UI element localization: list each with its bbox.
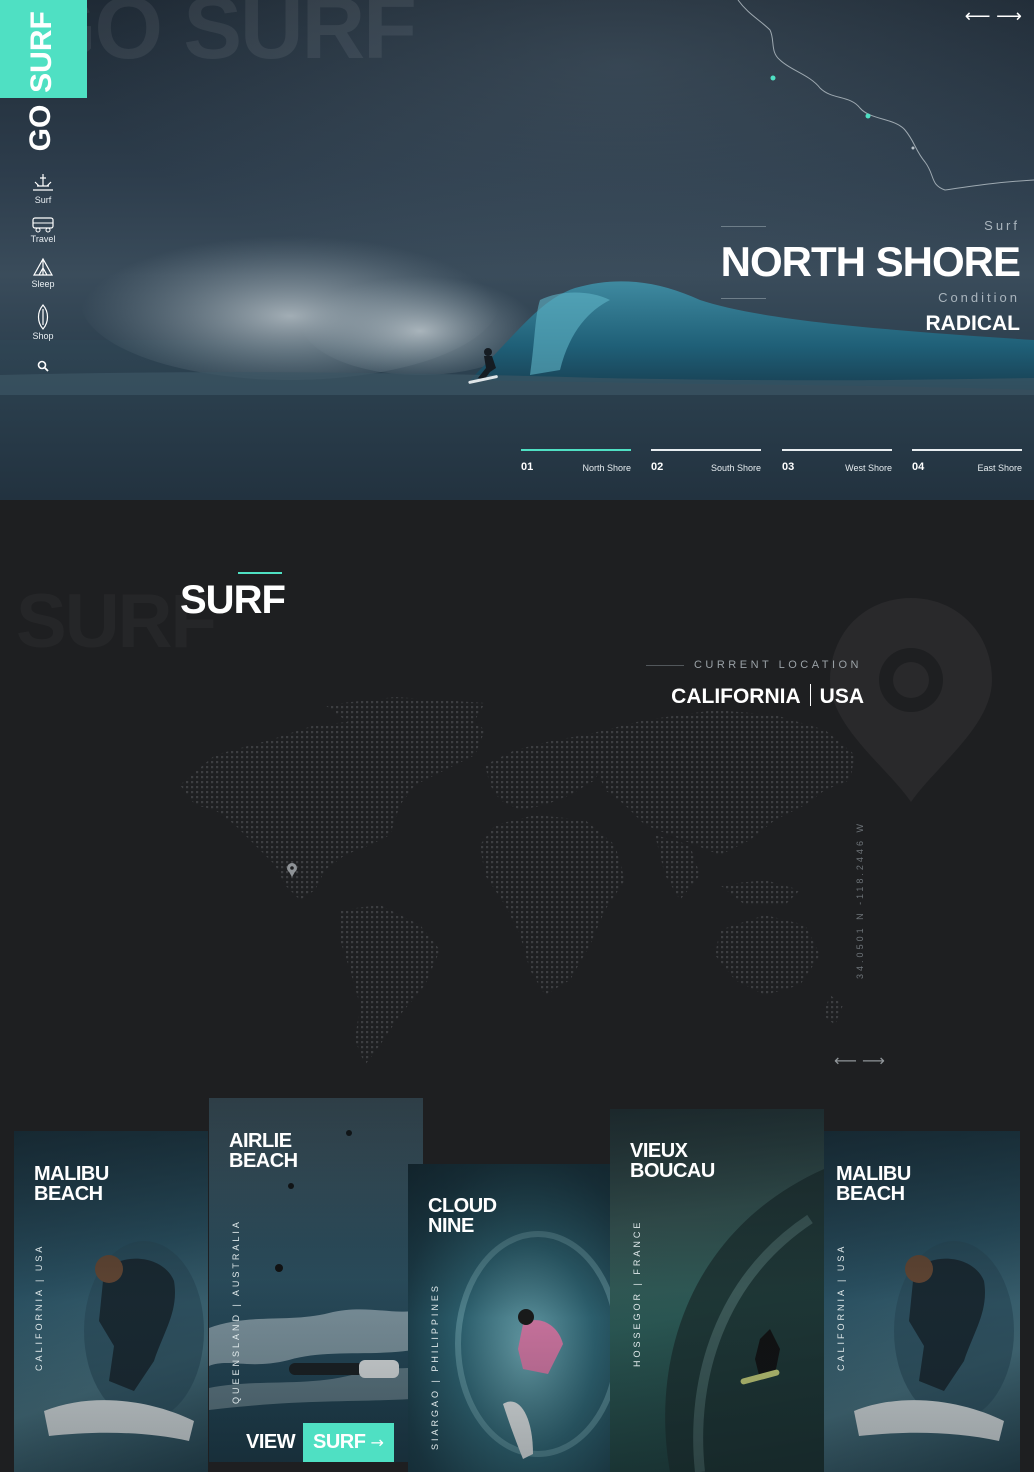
- hero-info: Surf NORTH SHORE Condition RADICAL: [720, 218, 1021, 336]
- africa-shape: [480, 815, 625, 995]
- nav-item-search[interactable]: [18, 360, 68, 372]
- asia-shape: [585, 710, 855, 855]
- hero-condition-value: RADICAL: [925, 312, 1021, 335]
- tab-south-shore[interactable]: 02 South Shore: [651, 449, 761, 479]
- shore-tabs: 01 North Shore 02 South Shore 03 West Sh…: [521, 449, 1022, 479]
- card-title: MALIBU BEACH: [34, 1164, 109, 1204]
- surf-button-label: SURF: [313, 1431, 366, 1453]
- tab-east-shore[interactable]: 04 East Shore: [912, 449, 1022, 479]
- surfboard-icon: [37, 304, 49, 330]
- page: GO SURF SURF GO Surf Travel Sleep Shop ⟵…: [0, 0, 1034, 1472]
- nav-item-travel[interactable]: Travel: [18, 215, 68, 245]
- tab-north-shore[interactable]: 01 North Shore: [521, 449, 631, 479]
- card-region: CALIFORNIA | USA: [836, 1243, 846, 1371]
- tab-number: 01: [521, 461, 534, 473]
- card-title-line2: BOUCAU: [630, 1160, 715, 1182]
- tab-label: West Shore: [845, 463, 892, 473]
- surf-button[interactable]: SURF →: [303, 1423, 394, 1462]
- card-title-line1: VIEUX: [630, 1140, 688, 1162]
- current-location-label: CURRENT LOCATION: [645, 658, 862, 672]
- arrow-right-icon: →: [370, 1433, 384, 1452]
- hero-condition-label: Condition: [720, 290, 1020, 306]
- north-america-shape: [180, 715, 485, 900]
- map-arrows[interactable]: ⟵ ⟶: [834, 1053, 885, 1069]
- spot-card-malibu-beach-2[interactable]: MALIBU BEACH CALIFORNIA | USA: [824, 1131, 1020, 1472]
- nav-item-sleep[interactable]: Sleep: [18, 256, 68, 290]
- nav-item-surf[interactable]: Surf: [18, 172, 68, 206]
- nav-item-shop[interactable]: Shop: [18, 304, 68, 342]
- hero-section: GO SURF SURF GO Surf Travel Sleep Shop ⟵…: [0, 0, 1034, 500]
- tab-number: 04: [912, 461, 925, 473]
- map-dot: [911, 146, 915, 150]
- card-region: QUEENSLAND | AUSTRALIA: [231, 1219, 241, 1404]
- australia-shape: [715, 915, 820, 995]
- card-title-line1: CLOUD: [428, 1195, 497, 1217]
- tab-number: 02: [651, 461, 664, 473]
- card-title-line1: MALIBU: [836, 1163, 911, 1185]
- search-icon: [37, 360, 49, 372]
- card-region: SIARGAO | PHILIPPINES: [430, 1283, 440, 1450]
- logo-text-top: SURF: [25, 11, 58, 93]
- nav-label: Surf: [34, 195, 52, 205]
- map-dot: [865, 113, 871, 119]
- nav-label: Travel: [30, 234, 56, 244]
- south-america-shape: [340, 905, 440, 1065]
- card-region: CALIFORNIA | USA: [34, 1243, 44, 1371]
- view-label: VIEW: [246, 1431, 296, 1453]
- card-title: VIEUX BOUCAU: [630, 1141, 715, 1181]
- section-title-accent: [238, 572, 282, 574]
- india-sea-shape: [655, 835, 700, 900]
- tab-number: 03: [782, 461, 795, 473]
- van-icon: [32, 217, 54, 233]
- tab-label: East Shore: [977, 463, 1022, 473]
- hero-eyebrow: Surf: [720, 218, 1020, 234]
- card-title-line1: MALIBU: [34, 1163, 109, 1185]
- spot-card-vieux-boucau[interactable]: VIEUX BOUCAU HOSSEGOR | FRANCE: [610, 1109, 824, 1472]
- logo[interactable]: SURF: [0, 0, 87, 98]
- tab-label: South Shore: [710, 463, 761, 473]
- hero-title: NORTH SHORE: [720, 238, 1021, 285]
- spot-card-cloud-nine[interactable]: CLOUD NINE SIARGAO | PHILIPPINES: [408, 1164, 625, 1472]
- card-title: MALIBU BEACH: [836, 1164, 911, 1204]
- nav-label: Sleep: [31, 279, 55, 289]
- nav-label: Shop: [32, 331, 54, 341]
- map-dot: [770, 75, 776, 81]
- spot-card-airlie-beach[interactable]: AIRLIE BEACH QUEENSLAND | AUSTRALIA: [209, 1098, 423, 1462]
- card-title-line1: AIRLIE: [229, 1130, 292, 1152]
- card-title-line2: BEACH: [229, 1150, 298, 1172]
- tent-icon: [32, 257, 54, 276]
- tab-west-shore[interactable]: 03 West Shore: [782, 449, 892, 479]
- dotted-world-map: [180, 697, 855, 1065]
- card-title-line2: BEACH: [836, 1183, 905, 1205]
- card-title: CLOUD NINE: [428, 1196, 497, 1236]
- surfer-icon: [33, 174, 53, 191]
- spot-card-malibu-beach[interactable]: MALIBU BEACH CALIFORNIA | USA: [14, 1131, 208, 1472]
- coastline-line: [737, 0, 1034, 191]
- card-title: AIRLIE BEACH: [229, 1131, 298, 1171]
- hero-arrows[interactable]: ⟵ ⟶: [965, 8, 1022, 26]
- location-coordinates: 34.0501 N -118.2446 W: [855, 821, 865, 979]
- card-title-line2: BEACH: [34, 1183, 103, 1205]
- tab-label: North Shore: [582, 463, 631, 473]
- location-section: SURF SURF CURRENT LOCATION CALIFORNIAUSA: [0, 500, 1034, 1110]
- card-region: HOSSEGOR | FRANCE: [632, 1219, 642, 1367]
- indonesia-shape: [720, 880, 800, 905]
- logo-text-bottom: GO: [24, 104, 57, 152]
- section-title: SURF: [180, 578, 286, 622]
- europe-shape: [485, 735, 605, 810]
- new-zealand-shape: [823, 995, 843, 1025]
- card-title-line2: NINE: [428, 1215, 474, 1237]
